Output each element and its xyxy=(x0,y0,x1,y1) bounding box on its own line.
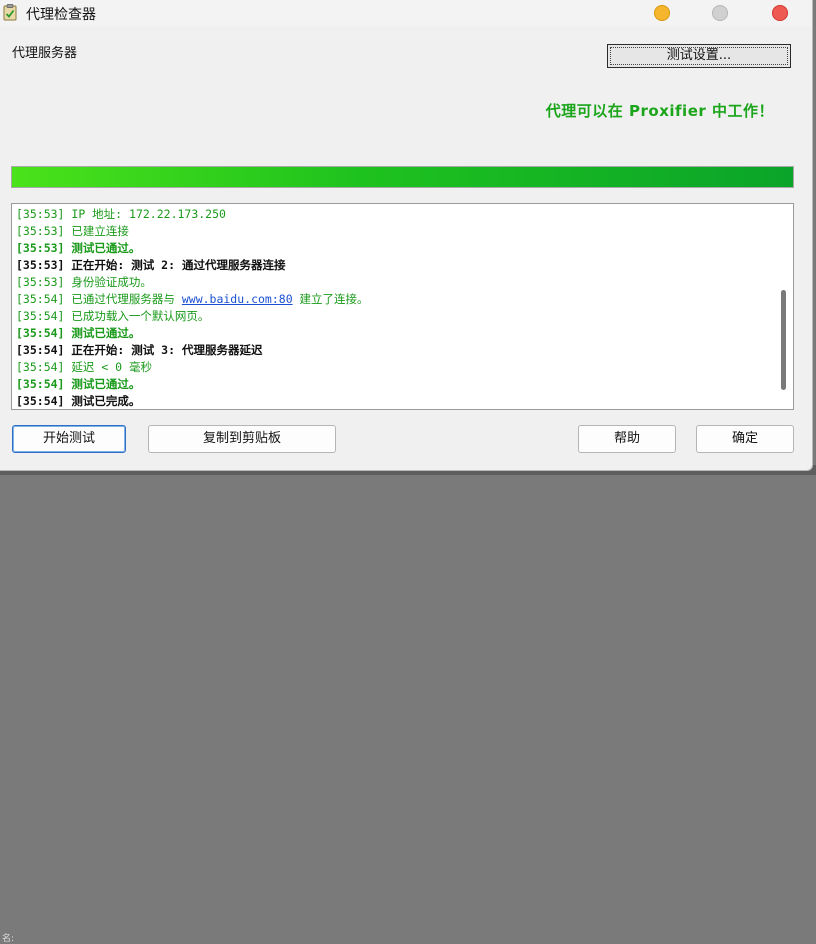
proxy-status-message: 代理可以在 Proxifier 中工作！ xyxy=(545,102,774,120)
log-line: [35:53] 已建立连接 xyxy=(16,223,769,240)
log-timestamp: [35:53] xyxy=(16,258,65,272)
log-timestamp: [35:54] xyxy=(16,343,65,357)
log-output[interactable]: [35:53] IP 地址: 172.22.173.250 [35:53] 已建立… xyxy=(11,203,794,410)
proxy-server-label: 代理服务器 xyxy=(12,46,78,61)
log-link[interactable]: www.baidu.com:80 xyxy=(182,292,293,306)
log-timestamp: [35:53] xyxy=(16,275,65,289)
log-scrollbar[interactable] xyxy=(779,210,787,405)
log-timestamp: [35:54] xyxy=(16,394,65,408)
start-test-button[interactable]: 开始测试 xyxy=(12,425,126,453)
maximize-circle-icon[interactable] xyxy=(712,5,728,21)
log-timestamp: [35:53] xyxy=(16,207,65,221)
log-text: 测试已通过。 xyxy=(71,377,141,391)
log-timestamp: [35:54] xyxy=(16,377,65,391)
log-text: 已通过代理服务器与 xyxy=(71,292,182,306)
log-text: 身份验证成功。 xyxy=(71,275,152,289)
log-timestamp: [35:53] xyxy=(16,241,65,255)
background-text: 名: xyxy=(2,934,15,944)
log-line: [35:54] 延迟 < 0 毫秒 xyxy=(16,359,769,376)
log-text: 已建立连接 xyxy=(71,224,129,238)
log-text: 测试已通过。 xyxy=(71,241,141,255)
log-text: 测试已完成。 xyxy=(71,394,141,408)
log-timestamp: [35:54] xyxy=(16,326,65,340)
log-timestamp: [35:53] xyxy=(16,224,65,238)
clipboard-check-icon xyxy=(3,4,17,21)
minimize-circle-icon[interactable] xyxy=(654,5,670,21)
log-text: 正在开始: 测试 2: 通过代理服务器连接 xyxy=(71,258,286,272)
title-bar[interactable]: 代理检查器 xyxy=(0,0,812,26)
progress-bar xyxy=(11,166,794,188)
log-text: 延迟 < 0 毫秒 xyxy=(71,360,153,374)
help-button[interactable]: 帮助 xyxy=(578,425,676,453)
close-circle-icon[interactable] xyxy=(772,5,788,21)
log-line: [35:54] 测试已通过。 xyxy=(16,376,769,393)
log-line: [35:54] 已通过代理服务器与 www.baidu.com:80 建立了连接… xyxy=(16,291,769,308)
log-timestamp: [35:54] xyxy=(16,360,65,374)
progress-bar-fill xyxy=(12,167,793,187)
log-timestamp: [35:54] xyxy=(16,309,65,323)
log-line: [35:53] 身份验证成功。 xyxy=(16,274,769,291)
log-line: [35:54] 测试已通过。 xyxy=(16,325,769,342)
log-line: [35:53] 正在开始: 测试 2: 通过代理服务器连接 xyxy=(16,257,769,274)
ok-button[interactable]: 确定 xyxy=(696,425,794,453)
log-line: [35:53] IP 地址: 172.22.173.250 xyxy=(16,206,769,223)
log-text: 已成功载入一个默认网页。 xyxy=(71,309,210,323)
log-line: [35:54] 已成功载入一个默认网页。 xyxy=(16,308,769,325)
window-title: 代理检查器 xyxy=(26,7,96,23)
log-lines: [35:53] IP 地址: 172.22.173.250 [35:53] 已建立… xyxy=(16,206,769,409)
log-line: [35:54] 测试已完成。 xyxy=(16,393,769,409)
log-text: 正在开始: 测试 3: 代理服务器延迟 xyxy=(71,343,263,357)
proxy-checker-window: 代理检查器 代理服务器 测试设置... 代理可以在 Proxifier 中工作！… xyxy=(0,0,813,471)
scrollbar-thumb[interactable] xyxy=(781,290,786,390)
log-text: 建立了连接。 xyxy=(292,292,369,306)
log-line: [35:53] 测试已通过。 xyxy=(16,240,769,257)
test-settings-button[interactable]: 测试设置... xyxy=(607,44,791,68)
log-line: [35:54] 正在开始: 测试 3: 代理服务器延迟 xyxy=(16,342,769,359)
copy-to-clipboard-button[interactable]: 复制到剪贴板 xyxy=(148,425,336,453)
log-text: 测试已通过。 xyxy=(71,326,141,340)
log-timestamp: [35:54] xyxy=(16,292,65,306)
log-text: IP 地址: 172.22.173.250 xyxy=(71,207,226,221)
